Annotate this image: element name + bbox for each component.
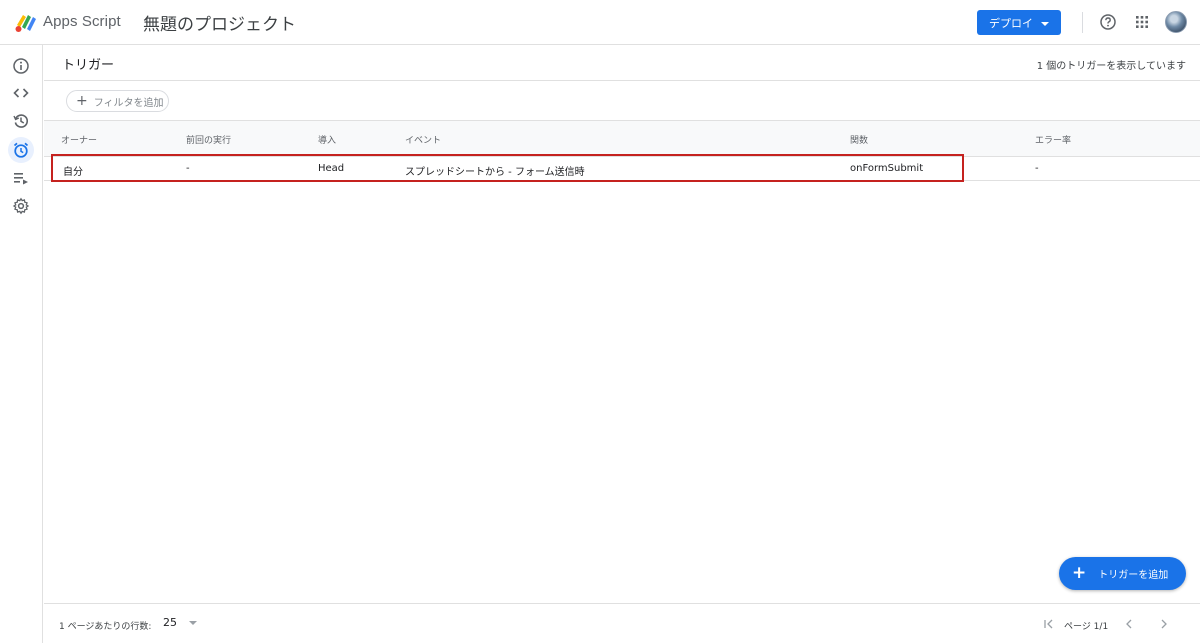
rail-item-triggers[interactable] xyxy=(8,137,34,163)
column-header-deployment[interactable]: 導入 xyxy=(318,133,336,146)
page-title: トリガー xyxy=(62,58,115,73)
add-trigger-button[interactable]: + トリガーを追加 xyxy=(1059,557,1186,590)
plus-icon: + xyxy=(76,92,88,109)
next-page-icon[interactable] xyxy=(1157,617,1171,631)
column-header-function[interactable]: 関数 xyxy=(850,133,868,146)
add-filter-label: フィルタを追加 xyxy=(93,97,164,109)
main-content: トリガー 1 個のトリガーを表示しています + フィルタを追加 オーナー 前回の… xyxy=(44,45,1200,643)
rows-per-page-label: 1 ページあたりの行数: xyxy=(59,622,152,632)
toolbar-divider xyxy=(1082,12,1083,33)
rows-per-page-value: 25 xyxy=(163,616,177,629)
list-play-icon xyxy=(14,173,28,185)
rail-item-executions-log[interactable] xyxy=(8,165,34,191)
chevron-down-icon xyxy=(1041,21,1049,26)
add-filter-button[interactable]: + フィルタを追加 xyxy=(66,90,169,112)
first-page-icon[interactable] xyxy=(1042,617,1056,631)
gear-icon xyxy=(12,197,30,215)
apps-script-logo[interactable] xyxy=(14,11,38,33)
rail-item-settings[interactable] xyxy=(8,193,34,219)
cell-owner: 自分 xyxy=(63,167,83,178)
rail-item-editor[interactable] xyxy=(8,80,34,106)
deploy-button[interactable]: デプロイ xyxy=(977,10,1061,35)
cell-deployment: Head xyxy=(318,163,345,174)
rows-per-page-select[interactable]: 25 xyxy=(163,616,197,629)
column-header-error-rate[interactable]: エラー率 xyxy=(1035,133,1071,146)
filter-bar: + フィルタを追加 xyxy=(44,81,1200,121)
page-header: トリガー 1 個のトリガーを表示しています xyxy=(44,45,1200,81)
trigger-count-text: 1 個のトリガーを表示しています xyxy=(1036,61,1186,72)
alarm-clock-icon xyxy=(13,142,29,158)
help-icon[interactable] xyxy=(1099,13,1117,31)
cell-error-rate: - xyxy=(1035,163,1039,174)
rail-item-executions[interactable] xyxy=(8,108,34,134)
cell-function: onFormSubmit xyxy=(850,163,924,174)
page-indicator: ページ 1/1 xyxy=(1064,622,1109,632)
left-nav-rail xyxy=(0,45,43,643)
prev-page-icon[interactable] xyxy=(1122,617,1136,631)
pagination-footer: 1 ページあたりの行数: 25 ページ 1/1 xyxy=(44,603,1200,643)
history-icon xyxy=(13,114,28,128)
cell-event: スプレッドシートから - フォーム送信時 xyxy=(405,167,585,178)
table-row[interactable]: 自分 - Head スプレッドシートから - フォーム送信時 onFormSub… xyxy=(44,157,1200,181)
column-header-event[interactable]: イベント xyxy=(405,133,441,146)
add-trigger-label: トリガーを追加 xyxy=(1098,570,1169,581)
info-icon xyxy=(13,58,29,74)
apps-grid-icon[interactable] xyxy=(1133,13,1151,31)
top-bar: Apps Script 無題のプロジェクト デプロイ xyxy=(0,0,1200,45)
column-header-last-run[interactable]: 前回の実行 xyxy=(186,133,231,146)
avatar[interactable] xyxy=(1165,11,1187,33)
chevron-down-icon xyxy=(189,620,197,625)
column-header-owner[interactable]: オーナー xyxy=(61,133,97,146)
code-icon xyxy=(13,88,29,98)
plus-icon: + xyxy=(1072,563,1087,583)
project-title[interactable]: 無題のプロジェクト xyxy=(143,10,296,35)
rail-item-overview[interactable] xyxy=(8,53,34,79)
cell-last-run: - xyxy=(186,163,190,174)
table-header: オーナー 前回の実行 導入 イベント 関数 エラー率 xyxy=(44,121,1200,157)
app-name[interactable]: Apps Script xyxy=(43,13,121,30)
deploy-button-label: デプロイ xyxy=(989,16,1033,30)
